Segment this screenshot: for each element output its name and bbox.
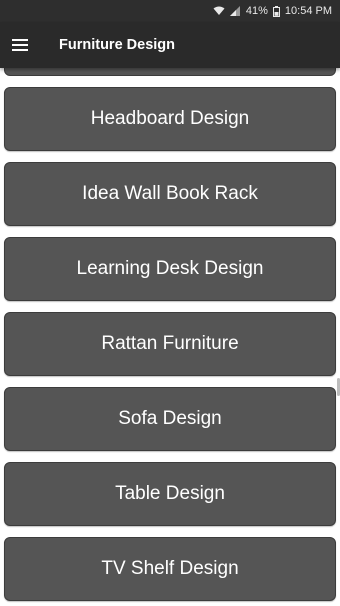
list-item-sofa-design[interactable]: Sofa Design: [4, 387, 336, 451]
hamburger-menu-icon[interactable]: [9, 34, 31, 56]
list-item-label: TV Shelf Design: [101, 558, 239, 579]
list-item-partial[interactable]: [4, 68, 336, 76]
list-item-label: Learning Desk Design: [76, 258, 264, 279]
app-bar: Furniture Design: [0, 22, 340, 68]
list-item-headboard-design[interactable]: Headboard Design: [4, 87, 336, 151]
list-item-label: Idea Wall Book Rack: [82, 183, 258, 204]
list-item-tv-shelf-design[interactable]: TV Shelf Design: [4, 537, 336, 601]
wifi-icon: [213, 6, 225, 16]
list-item-learning-desk-design[interactable]: Learning Desk Design: [4, 237, 336, 301]
list-item-rattan-furniture[interactable]: Rattan Furniture: [4, 312, 336, 376]
battery-icon: [272, 5, 280, 17]
list-item-label: Table Design: [115, 483, 225, 504]
signal-icon: [229, 6, 241, 16]
app-title: Furniture Design: [59, 37, 176, 53]
list-item-label: Sofa Design: [118, 408, 222, 429]
battery-percent: 41%: [245, 5, 268, 17]
list-item-label: Headboard Design: [90, 108, 250, 129]
list-item-table-design[interactable]: Table Design: [4, 462, 336, 526]
list-item-idea-wall-book-rack[interactable]: Idea Wall Book Rack: [4, 162, 336, 226]
status-time: 10:54 PM: [284, 5, 332, 17]
furniture-list[interactable]: Headboard Design Idea Wall Book Rack Lea…: [0, 68, 340, 606]
list-item-label: Rattan Furniture: [101, 333, 239, 354]
status-bar: 41% 10:54 PM: [0, 0, 340, 22]
